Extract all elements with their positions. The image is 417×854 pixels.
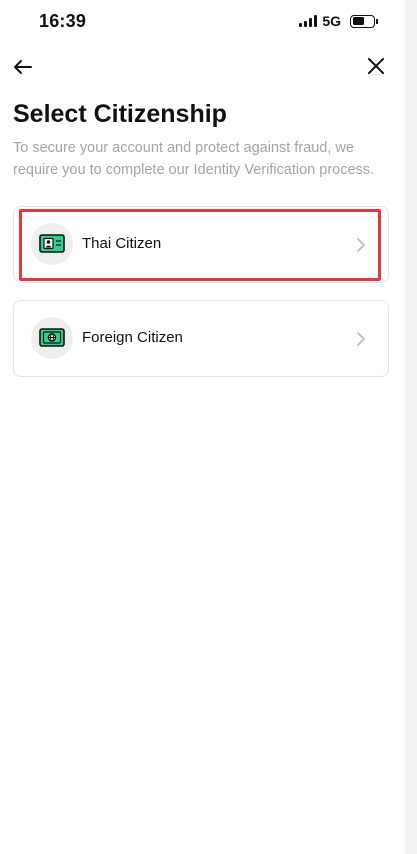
network-type: 5G <box>322 13 341 29</box>
thai-citizen-label: Thai Citizen <box>82 235 162 252</box>
status-time: 16:39 <box>39 11 87 31</box>
status-indicators: 5G <box>299 13 378 29</box>
chevron-right-icon <box>357 332 365 346</box>
foreign-citizen-label: Foreign Citizen <box>82 329 183 346</box>
foreign-citizen-option[interactable]: Foreign Citizen <box>13 300 389 377</box>
passport-card-icon <box>31 317 73 359</box>
signal-icon <box>299 15 318 27</box>
thai-citizen-option[interactable]: Thai Citizen <box>13 206 389 283</box>
chevron-right-icon <box>357 238 365 252</box>
battery-icon <box>350 14 378 28</box>
side-scroll-strip <box>405 0 417 854</box>
page-subtitle: To secure your account and protect again… <box>13 140 375 178</box>
page-title: Select Citizenship <box>13 100 227 128</box>
top-nav <box>0 52 405 82</box>
status-bar: 16:39 5G <box>0 0 405 44</box>
id-card-icon <box>31 223 73 265</box>
arrow-left-icon[interactable] <box>10 54 36 80</box>
close-icon[interactable] <box>364 54 388 78</box>
